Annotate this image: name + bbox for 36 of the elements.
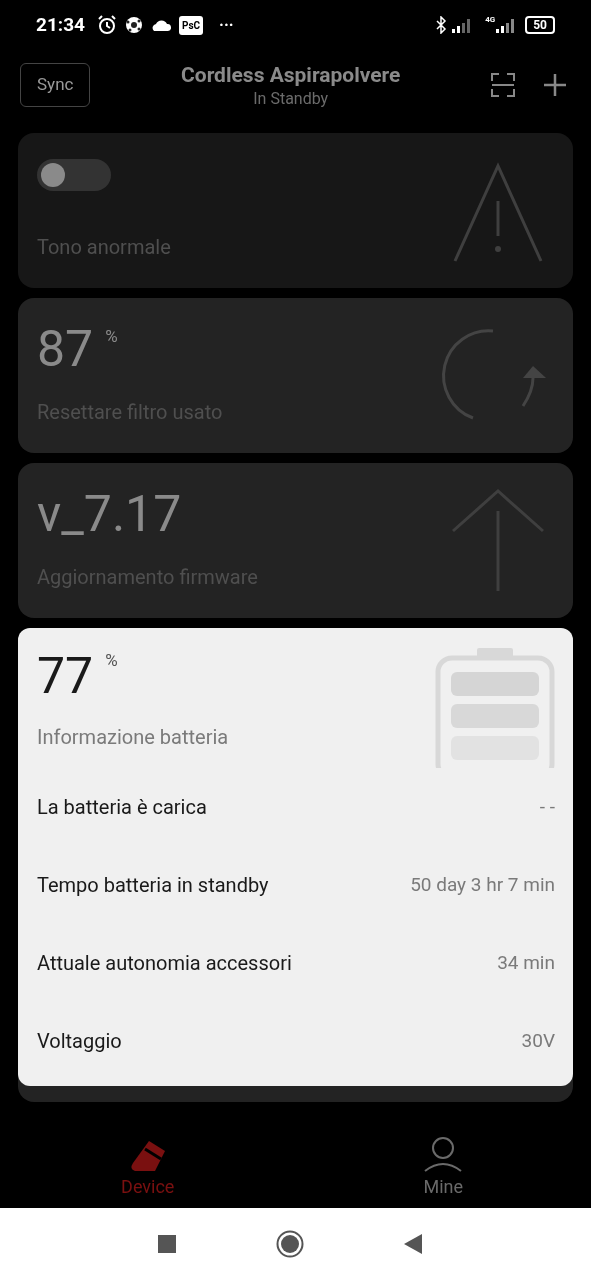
bluetooth-icon <box>435 16 448 34</box>
network-type: 4G <box>485 14 496 26</box>
person-icon <box>423 1137 464 1173</box>
info-label: Tempo batteria in standby <box>37 872 269 899</box>
scan-icon[interactable] <box>491 73 515 97</box>
app-badge: PsC <box>178 15 204 35</box>
card-value: 87 <box>37 324 94 374</box>
back-icon[interactable] <box>403 1234 422 1254</box>
battery-indicator: 50 <box>525 16 555 34</box>
card-value: v_7.17 <box>37 489 182 539</box>
device-status: In Standby <box>253 89 329 109</box>
cloud-icon <box>150 19 171 31</box>
toggle-switch[interactable] <box>37 159 111 191</box>
battery-level-value: 77 <box>37 648 94 704</box>
sync-button[interactable]: Sync <box>20 63 91 107</box>
nav-tab[interactable]: Mine <box>295 1102 591 1208</box>
info-value: 50 day 3 hr 7 min <box>410 871 555 898</box>
info-label: La batteria è carica <box>37 794 207 821</box>
info-value: - - <box>539 793 555 820</box>
more-notifications: ··· <box>219 14 234 36</box>
info-value: 30V <box>521 1027 555 1054</box>
battery-icon <box>435 648 555 768</box>
alarm-icon <box>96 15 117 35</box>
info-label: Attuale autonomia accessori <box>37 950 292 977</box>
ball-icon <box>124 16 143 34</box>
info-label: Voltaggio <box>37 1028 122 1055</box>
card-label: Tono anormale <box>37 234 171 261</box>
unit-label: % <box>105 325 118 348</box>
recent-apps-icon[interactable] <box>157 1235 176 1253</box>
info-value: 34 min <box>497 949 555 976</box>
clock-time: 21:34 <box>36 11 85 38</box>
add-icon[interactable] <box>543 73 567 97</box>
card-label: Informazione batteria <box>37 724 229 751</box>
device-title: Cordless Aspirapolvere <box>181 62 401 89</box>
unit-label: % <box>105 649 118 672</box>
home-icon[interactable] <box>275 1230 304 1258</box>
